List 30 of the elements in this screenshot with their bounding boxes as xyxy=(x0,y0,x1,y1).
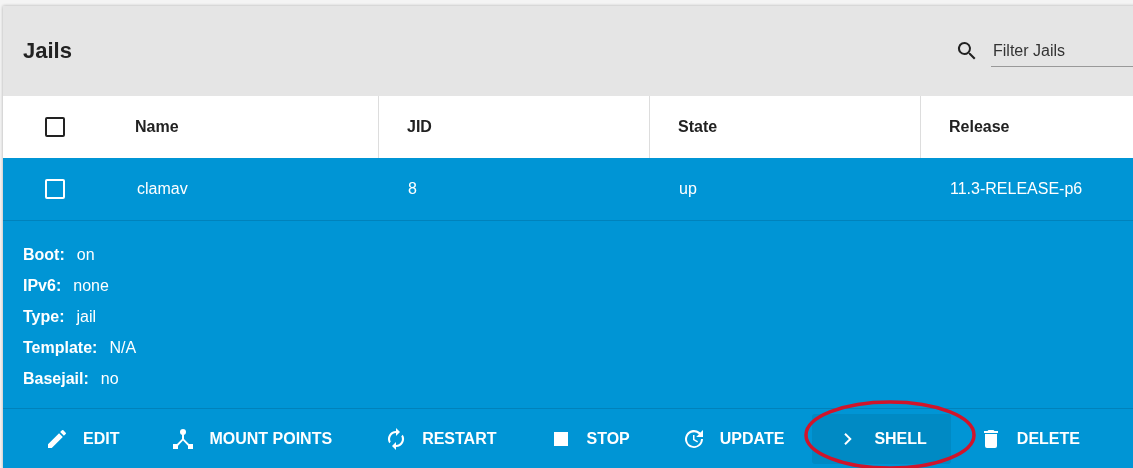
detail-label: Type: xyxy=(23,307,65,326)
detail-label: Basejail: xyxy=(23,369,89,388)
table-cell-text: clamav xyxy=(136,179,189,199)
edit-button[interactable]: EDIT xyxy=(21,414,144,464)
edit-icon xyxy=(45,427,69,451)
detail-label: Template: xyxy=(23,338,98,357)
column-header[interactable]: Name xyxy=(107,96,378,158)
table-cell-text: up xyxy=(678,179,698,199)
mount-icon xyxy=(171,427,196,451)
stop-button[interactable]: STOP xyxy=(524,414,654,464)
detail-value: jail xyxy=(76,307,97,326)
filter-field[interactable]: Filter Jails xyxy=(991,35,1133,67)
detail-value: no xyxy=(100,369,119,388)
chevron-icon xyxy=(844,433,853,445)
detail-value: N/A xyxy=(109,338,137,357)
restart-button[interactable]: RESTART xyxy=(360,414,521,464)
table-cell-text: 8 xyxy=(407,179,418,199)
delete-button[interactable]: DELETE xyxy=(954,414,1104,464)
detail-value: none xyxy=(73,276,109,295)
table-cell-text: 11.3-RELEASE-p6 xyxy=(949,179,1084,199)
shell-button[interactable]: SHELL xyxy=(812,414,951,464)
row-checkbox[interactable] xyxy=(45,179,65,199)
detail-label: IPv6: xyxy=(23,276,62,295)
mount-button[interactable]: MOUNT POINTS xyxy=(147,414,357,464)
select-all-checkbox[interactable] xyxy=(45,117,65,137)
detail-label: Boot: xyxy=(23,245,65,264)
page-title: Jails xyxy=(23,38,72,64)
table-row[interactable]: clamav 8 up 11.3-RELEASE-p6 xyxy=(3,158,1133,221)
detail-value: on xyxy=(76,245,95,264)
update-button[interactable]: UPDATE xyxy=(657,414,809,464)
